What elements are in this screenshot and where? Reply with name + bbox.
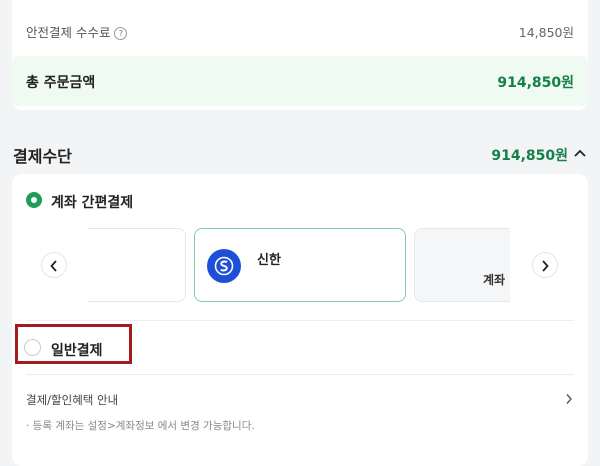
divider bbox=[26, 374, 574, 375]
total-order-label: 총 주문금액 bbox=[26, 75, 96, 91]
total-order-value: 914,850원 bbox=[497, 75, 574, 91]
safe-payment-fee-label: 안전결제 수수료? bbox=[26, 22, 128, 41]
general-pay-radio[interactable] bbox=[24, 339, 41, 356]
chevron-right-icon[interactable] bbox=[564, 393, 574, 405]
bank-name: 신한 bbox=[257, 253, 281, 268]
safe-payment-fee-value: 14,850원 bbox=[518, 25, 574, 40]
benefit-info-link[interactable]: 결제/할인혜택 안내 bbox=[26, 392, 118, 408]
safe-payment-fee-row: 안전결제 수수료? 14,850원 bbox=[12, 0, 588, 58]
payment-amount: 914,850원 bbox=[491, 148, 568, 164]
payment-method-card: 계좌 간편결제 신한 계좌 일반결제 결제/할인혜택 안내 · 등록 계좌는 설… bbox=[12, 174, 588, 466]
bank-carousel: 신한 계좌 bbox=[12, 226, 588, 306]
bank-card-shinhan[interactable]: 신한 bbox=[194, 228, 406, 302]
order-summary-card: 안전결제 수수료? 14,850원 총 주문금액 914,850원 bbox=[12, 0, 588, 110]
carousel-prev-button[interactable] bbox=[41, 252, 67, 278]
question-circle-icon[interactable]: ? bbox=[114, 27, 128, 40]
easy-pay-radio[interactable] bbox=[26, 192, 42, 208]
shinhan-logo-icon bbox=[207, 249, 241, 283]
fee-label-text: 안전결제 수수료 bbox=[26, 25, 111, 40]
chevron-right-icon bbox=[542, 260, 549, 272]
easy-pay-label[interactable]: 계좌 간편결제 bbox=[51, 192, 133, 212]
total-order-row: 총 주문금액 914,850원 bbox=[12, 56, 588, 106]
account-change-note: · 등록 계좌는 설정>계좌정보 에서 변경 가능합니다. bbox=[26, 420, 255, 432]
carousel-next-button[interactable] bbox=[532, 252, 558, 278]
bank-card-next[interactable]: 계좌 bbox=[414, 228, 510, 302]
chevron-up-icon[interactable] bbox=[572, 146, 588, 160]
general-pay-label[interactable]: 일반결제 bbox=[51, 340, 103, 360]
bank-name: 계좌 bbox=[483, 273, 506, 287]
chevron-left-icon bbox=[50, 260, 57, 272]
divider bbox=[26, 320, 574, 321]
payment-method-title: 결제수단 bbox=[13, 147, 72, 166]
bank-card-prev[interactable] bbox=[88, 228, 186, 302]
